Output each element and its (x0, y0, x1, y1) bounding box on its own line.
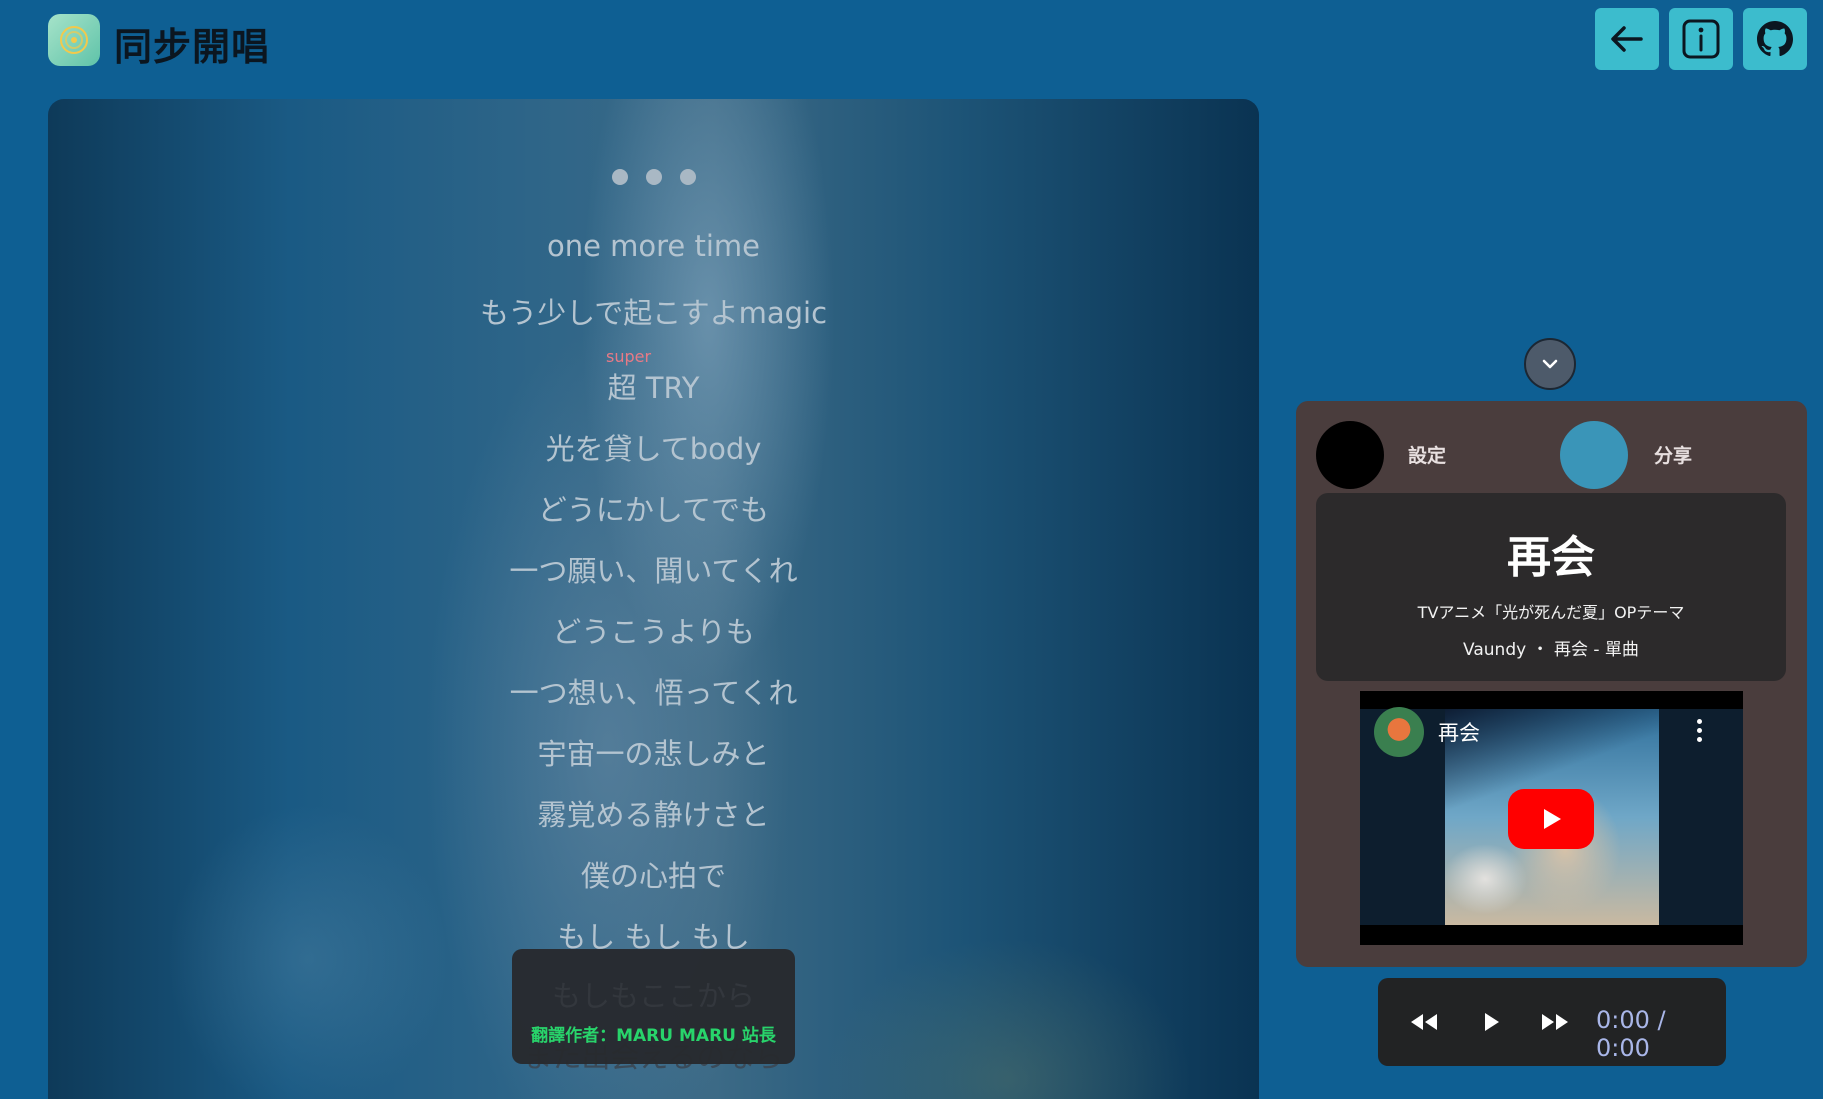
collapse-button[interactable] (1524, 338, 1576, 390)
song-subtitle: TVアニメ「光が死んだ夏」OPテーマ (1417, 603, 1685, 622)
lyric-ruby: super (606, 347, 652, 366)
lyric-line[interactable]: 一つ願い、聞いてくれ (48, 548, 1259, 590)
lyric-line[interactable]: 宇宙一の悲しみと (48, 731, 1259, 773)
lyric-line[interactable]: もう少しで起こすよmagic (48, 290, 1259, 332)
fast-forward-icon (1542, 1014, 1568, 1030)
back-button[interactable] (1595, 8, 1659, 70)
lyric-line[interactable]: one more time (48, 229, 1259, 263)
video-letterbox (1360, 691, 1743, 709)
share-label[interactable]: 分享 (1654, 441, 1692, 468)
channel-avatar[interactable] (1374, 707, 1424, 757)
song-info-card: 設定 分享 再会 TVアニメ「光が死んだ夏」OPテーマ Vaundy ・ 再会 … (1296, 401, 1807, 967)
translator-credit: もしもここから 翻譯作者：MARU MARU 站長 (512, 949, 795, 1064)
lyric-line[interactable]: 一つ想い、悟ってくれ (48, 670, 1259, 712)
rewind-button[interactable] (1406, 1004, 1442, 1040)
play-button[interactable] (1473, 1004, 1509, 1040)
song-meta: Vaundy ・ 再会 - 單曲 (1463, 640, 1639, 660)
lyric-line[interactable]: 超 TRY (48, 365, 1259, 407)
settings-label[interactable]: 設定 (1408, 441, 1446, 468)
lyric-line[interactable]: どうにかしてでも (48, 487, 1259, 529)
song-title: 再会 (1507, 532, 1595, 583)
lyric-line[interactable]: どうこうよりも (48, 609, 1259, 651)
video-embed[interactable]: 再会 (1360, 691, 1743, 945)
song-details: 再会 TVアニメ「光が死んだ夏」OPテーマ Vaundy ・ 再会 - 單曲 (1316, 493, 1786, 681)
lyrics-panel: one more time もう少しで起こすよmagic super 超 TRY… (48, 99, 1259, 1099)
info-button[interactable] (1669, 8, 1733, 70)
github-button[interactable] (1743, 8, 1807, 70)
app-title: 同步開唱 (114, 25, 271, 69)
app-logo-icon (48, 14, 100, 66)
settings-button[interactable] (1316, 421, 1384, 489)
playback-controls: 0:00 / 0:00 (1378, 978, 1726, 1066)
more-vert-icon[interactable] (1697, 719, 1703, 742)
rewind-icon (1411, 1014, 1437, 1030)
play-icon (1544, 809, 1561, 829)
loading-dots-icon (48, 169, 1259, 185)
chevron-down-icon (1542, 359, 1558, 369)
share-button[interactable] (1560, 421, 1628, 489)
back-arrow-icon (1611, 26, 1643, 52)
playback-time: 0:00 / 0:00 (1596, 1006, 1666, 1062)
github-icon (1757, 21, 1793, 57)
video-title[interactable]: 再会 (1438, 717, 1480, 747)
lyric-line[interactable]: 光を貸してbody (48, 426, 1259, 468)
youtube-play-button[interactable] (1508, 789, 1594, 849)
video-letterbox (1360, 925, 1743, 945)
lyric-line[interactable]: 霧覚める静けさと (48, 792, 1259, 834)
lyric-line[interactable]: 僕の心拍で (48, 853, 1259, 895)
info-icon (1682, 19, 1720, 59)
fast-forward-button[interactable] (1537, 1004, 1573, 1040)
lyric-line: もしもここから (551, 979, 755, 1013)
credit-text: 翻譯作者：MARU MARU 站長 (531, 1026, 776, 1046)
play-icon (1485, 1013, 1499, 1031)
